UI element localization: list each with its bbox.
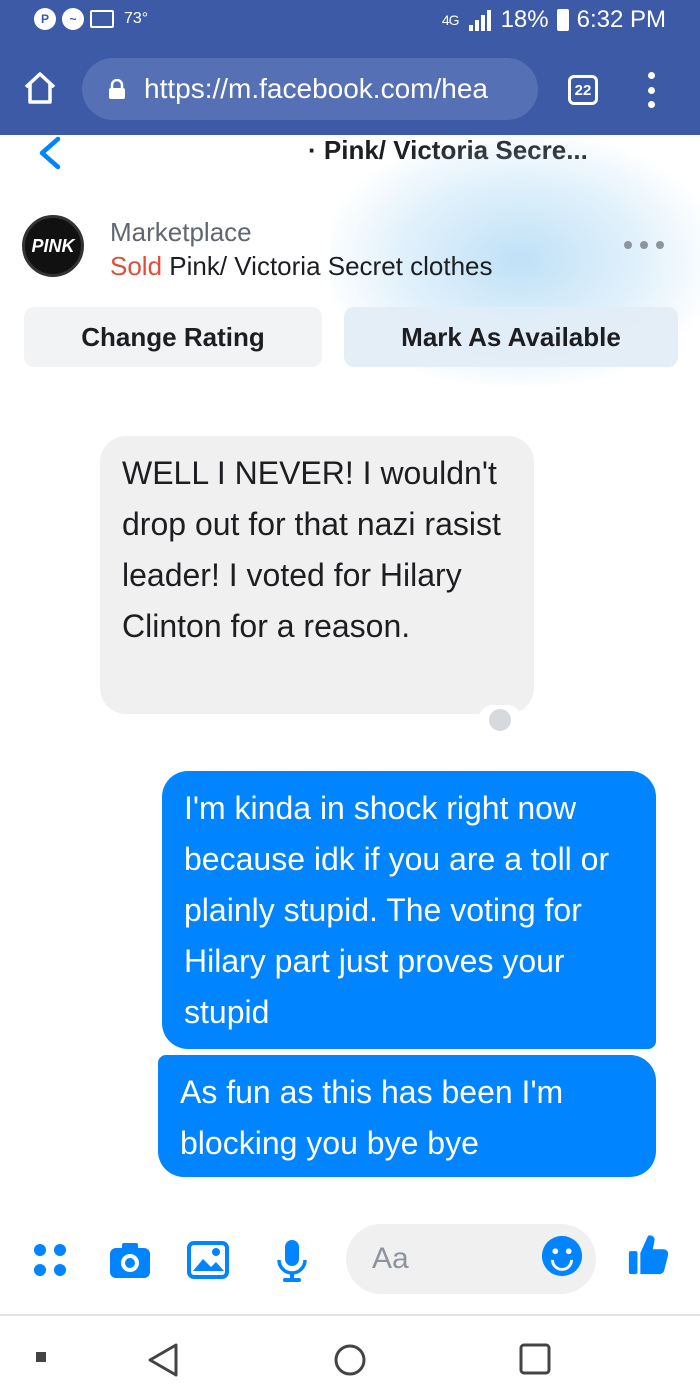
image-icon[interactable]	[186, 1238, 230, 1282]
nav-back-icon[interactable]	[146, 1342, 180, 1378]
mail-notification-icon	[90, 10, 114, 28]
change-rating-button[interactable]: Change Rating	[24, 307, 322, 367]
clock: 6:32 PM	[576, 6, 666, 33]
message-outgoing[interactable]: I'm kinda in shock right now because idk…	[162, 771, 656, 1049]
status-bar: P ~ 73° 4G 18% 6:32 PM	[0, 0, 700, 42]
conversation-title[interactable]: · Pink/ Victoria Secre...	[308, 135, 588, 166]
more-options-icon[interactable]	[624, 241, 664, 251]
temperature: 73°	[124, 10, 149, 27]
signal-icon	[468, 10, 491, 31]
apps-icon[interactable]	[30, 1238, 74, 1282]
message-incoming[interactable]: WELL I NEVER! I wouldn't drop out for th…	[100, 436, 534, 714]
url-row: https://m.facebook.com/hea 22	[0, 48, 700, 128]
status-notifications: P ~ 73°	[34, 8, 148, 30]
network-type: 4G	[441, 12, 460, 28]
add-reaction-button[interactable]	[478, 705, 522, 735]
message-input-placeholder: Aa	[372, 1242, 409, 1275]
microphone-icon[interactable]	[270, 1238, 314, 1282]
tabs-icon[interactable]: 22	[568, 75, 598, 105]
avatar[interactable]: PINK	[22, 215, 84, 277]
mark-available-button[interactable]: Mark As Available	[344, 307, 678, 367]
status-system: 4G 18% 6:32 PM	[442, 6, 666, 34]
message-outgoing[interactable]: As fun as this has been I'm blocking you…	[158, 1055, 656, 1177]
composer: Aa	[0, 1220, 700, 1300]
nav-home-icon[interactable]	[332, 1342, 368, 1378]
system-nav-bar	[0, 1316, 700, 1400]
sold-status: Sold	[110, 251, 163, 281]
back-icon[interactable]	[34, 135, 66, 171]
marketplace-label: Marketplace	[110, 217, 252, 247]
overflow-menu-icon[interactable]	[644, 72, 658, 108]
address-bar[interactable]: https://m.facebook.com/hea	[82, 58, 538, 120]
like-icon[interactable]	[626, 1232, 670, 1276]
nav-recents-icon[interactable]	[518, 1342, 552, 1376]
messenger-notification-icon: ~	[62, 8, 84, 30]
listing-status: Sold Pink/ Victoria Secret clothes	[110, 251, 493, 282]
nav-dot-icon	[36, 1352, 46, 1362]
listing-title: Pink/ Victoria Secret clothes	[162, 251, 493, 281]
battery-percent: 18%	[500, 6, 549, 33]
marketplace-card: PINK Marketplace Sold Pink/ Victoria Sec…	[0, 135, 700, 385]
browser-chrome: P ~ 73° 4G 18% 6:32 PM https://m.faceboo…	[0, 0, 700, 135]
home-icon[interactable]	[22, 70, 58, 106]
camera-icon[interactable]	[108, 1238, 152, 1282]
lock-icon	[109, 79, 125, 99]
conversation-header: · Pink/ Victoria Secre...	[0, 135, 700, 173]
app-notification-icon: P	[34, 8, 56, 30]
battery-icon	[556, 9, 569, 31]
url-text: https://m.facebook.com/hea	[144, 73, 488, 104]
emoji-icon[interactable]	[540, 1234, 584, 1278]
reaction-icon	[489, 709, 511, 731]
